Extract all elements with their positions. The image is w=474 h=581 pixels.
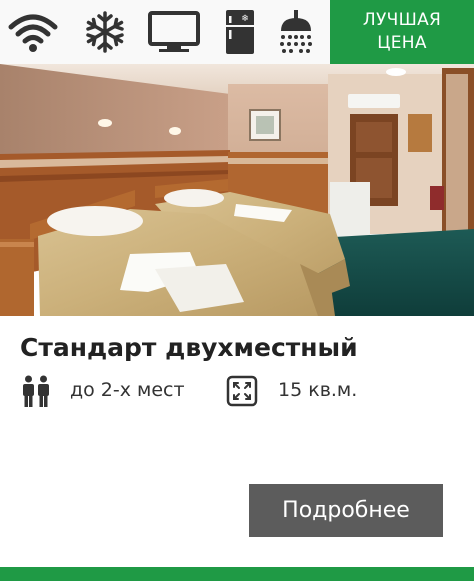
shower-icon — [268, 8, 324, 56]
room-capacity: до 2-х мест — [70, 379, 185, 401]
svg-text:❄: ❄ — [241, 14, 249, 24]
guests-icon — [22, 375, 50, 412]
wifi-icon — [5, 8, 61, 56]
area-icon — [226, 375, 258, 412]
best-price-badge: ЛУЧШАЯ ЦЕНА — [330, 0, 474, 64]
details-button[interactable]: Подробнее — [249, 484, 443, 537]
badge-line-2: ЦЕНА — [377, 33, 427, 53]
room-photo[interactable] — [0, 64, 474, 316]
room-card: ❄ ЛУЧШАЯ ЦЕНА Стандарт двухместный до 2-… — [0, 0, 474, 581]
fridge-icon: ❄ — [212, 8, 268, 56]
room-title: Стандарт двухместный — [20, 333, 358, 362]
amenities-bar: ❄ ЛУЧШАЯ ЦЕНА — [0, 0, 474, 64]
tv-icon — [146, 8, 202, 56]
air-conditioning-icon — [77, 8, 133, 56]
room-area: 15 кв.м. — [278, 379, 358, 401]
badge-line-1: ЛУЧШАЯ — [362, 10, 442, 30]
bottom-accent-bar — [0, 567, 474, 581]
